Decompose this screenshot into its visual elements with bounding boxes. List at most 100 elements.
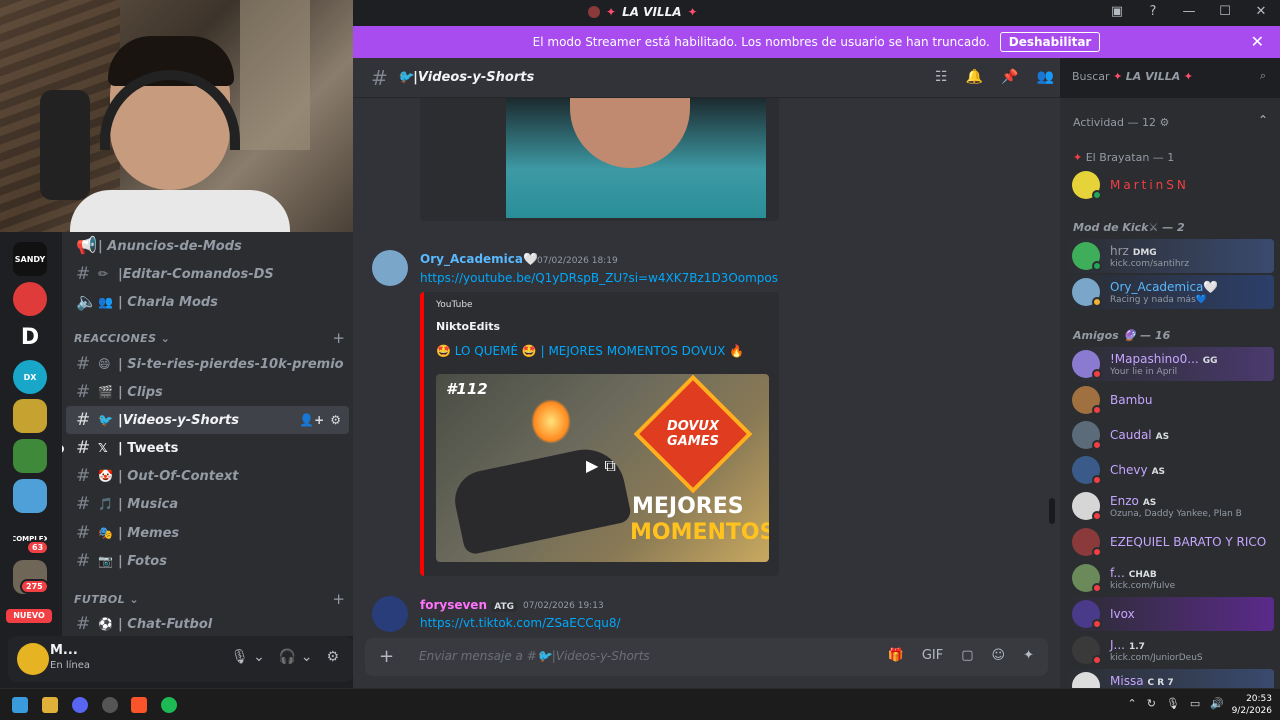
member-item[interactable]: Ivox — [1066, 597, 1274, 631]
server-icon[interactable] — [13, 439, 47, 473]
explorer-icon[interactable] — [42, 697, 58, 713]
hash-icon: # — [76, 614, 91, 634]
star-icon: ✦ — [687, 5, 698, 19]
pin-icon[interactable]: 📌 — [1001, 69, 1018, 85]
channel-item[interactable]: # 🎬 | Clips — [66, 378, 349, 406]
channel-item[interactable]: # 🤡 | Out-Of-Context — [66, 462, 349, 490]
microphone-icon[interactable]: 🎙 ⌄ — [231, 649, 265, 665]
play-icon[interactable]: ▶ — [586, 456, 598, 482]
category-reacciones[interactable]: REACCIONES ⌄ — [74, 332, 170, 345]
server-icon[interactable]: D — [13, 320, 47, 354]
channel-item[interactable]: # 📷 | Fotos — [66, 547, 349, 575]
minimize-button[interactable]: — — [1180, 4, 1198, 19]
composer-placeholder[interactable]: Enviar mensaje a #🐦|Videos-y-Shorts — [419, 649, 650, 663]
brave-icon[interactable] — [131, 697, 147, 713]
category-futbol[interactable]: FUTBOL ⌄ — [74, 593, 139, 606]
channel-item[interactable]: # 😄 | Si-te-ries-pierdes-10k-premio — [66, 350, 349, 378]
channel-item[interactable]: 📢 | Anuncios-de-Mods — [66, 232, 349, 260]
mic-icon[interactable]: 🎙 — [1166, 697, 1180, 710]
message-author[interactable]: Ory_Academica🤍 — [420, 252, 538, 266]
hash-icon: # — [76, 382, 91, 402]
discord-icon[interactable] — [72, 697, 88, 713]
member-item[interactable]: MartinSN — [1066, 168, 1274, 202]
hash-icon: # — [76, 438, 91, 458]
channel-item[interactable]: # 🎭 | Memes — [66, 519, 349, 547]
close-banner-icon[interactable]: ✕ — [1251, 32, 1264, 51]
inbox-icon[interactable]: ▣ — [1108, 4, 1126, 19]
disable-streamer-button[interactable]: Deshabilitar — [999, 32, 1101, 52]
gear-icon[interactable]: ⚙ — [326, 649, 339, 665]
clock[interactable]: 20:53 9/2/2026 — [1232, 693, 1272, 717]
gear-icon[interactable]: ⚙ — [330, 413, 341, 427]
sticker-icon[interactable]: ▢ — [961, 648, 973, 663]
member-item[interactable]: J... 1.7 kick.com/JuniorDeuS — [1066, 633, 1274, 667]
voice-channel-item[interactable]: 🔈 👥 | Charla Mods — [66, 288, 349, 316]
gif-icon[interactable]: GIF — [922, 648, 943, 663]
member-item[interactable]: EZEQUIEL BARATO Y RICO — [1066, 525, 1274, 559]
youtube-embed: YouTube NiktoEdits 🤩 LO QUEMÉ 🤩 | MEJORE… — [420, 292, 779, 576]
member-item[interactable]: !Mapashino0... GG Your lie in April — [1066, 347, 1274, 381]
hash-icon: # — [76, 410, 91, 430]
activity-header[interactable]: Actividad — 12 ⚙ — [1073, 116, 1169, 129]
message-timestamp: 07/02/2026 18:19 — [537, 256, 618, 266]
spotify-icon[interactable] — [161, 697, 177, 713]
add-attachment-icon[interactable]: + — [379, 646, 394, 667]
invite-icon[interactable]: 👤+ — [299, 413, 324, 427]
close-window-button[interactable]: ✕ — [1252, 4, 1270, 19]
server-icon[interactable]: DX — [13, 360, 47, 394]
apps-icon[interactable]: ✦ — [1023, 648, 1034, 663]
collapse-icon[interactable]: ⌃ — [1258, 113, 1268, 127]
gift-icon[interactable]: 🎁 — [888, 648, 904, 663]
server-icon[interactable] — [13, 282, 47, 316]
channel-item[interactable]: # 🎵 | Musica — [66, 490, 349, 518]
server-icon[interactable] — [13, 399, 47, 433]
embed-title[interactable]: 🤩 LO QUEMÉ 🤩 | MEJORES MOMENTOS DOVUX 🔥 — [436, 344, 744, 358]
members-icon[interactable]: 👥 — [1036, 69, 1053, 85]
search-box[interactable]: Buscar ✦ LA VILLA ✦ ⌕ — [1064, 66, 1274, 88]
unread-indicator — [62, 445, 64, 453]
add-channel-icon[interactable]: + — [332, 329, 345, 347]
avatar[interactable] — [372, 250, 408, 286]
channel-item[interactable]: # ⚽ | Chat-Futbol — [66, 610, 349, 636]
headphones-icon[interactable]: 🎧 ⌄ — [279, 649, 313, 665]
server-icon[interactable]: SANDY — [13, 242, 47, 276]
server-icon[interactable] — [13, 479, 47, 513]
previous-embed[interactable] — [420, 98, 779, 221]
embed-author[interactable]: NiktoEdits — [436, 320, 500, 333]
role-header: ✦ El Brayatan — 1 — [1073, 151, 1175, 164]
mention-badge: 63 — [26, 540, 50, 555]
scrollbar[interactable] — [1049, 498, 1055, 524]
message-author[interactable]: foryseven ATG — [420, 598, 517, 612]
message-composer[interactable]: + Enviar mensaje a #🐦|Videos-y-Shorts 🎁 … — [365, 638, 1048, 676]
app-icon[interactable] — [102, 697, 118, 713]
threads-icon[interactable]: ☷ — [935, 69, 948, 85]
windows-icon[interactable] — [12, 697, 28, 713]
volume-icon[interactable]: 🔊 — [1210, 697, 1224, 710]
member-item[interactable]: Ory_Academica🤍 Racing y nada más💙 — [1066, 275, 1274, 309]
video-thumbnail[interactable]: #112 DOVUX GAMES MEJORES MOMENTOS ▶ ⧉ — [436, 374, 769, 562]
channel-item[interactable]: # 𝕏 | Tweets — [66, 434, 349, 462]
member-item[interactable]: Bambu — [1066, 383, 1274, 417]
channel-item[interactable]: # ✏ |Editar-Comandos-DS — [66, 260, 349, 288]
add-channel-icon[interactable]: + — [332, 590, 345, 608]
member-item[interactable]: f... CHAB kick.com/fulve — [1066, 561, 1274, 595]
member-item[interactable]: Caudal AS — [1066, 418, 1274, 452]
member-item[interactable]: Missa C R 7 — [1066, 669, 1274, 688]
message-link[interactable]: https://youtube.be/Q1yDRspB_ZU?si=w4XK7B… — [420, 271, 778, 285]
display-icon[interactable]: ▭ — [1190, 697, 1200, 710]
member-item[interactable]: Enzo AS Ozuna, Daddy Yankee, Plan B — [1066, 489, 1274, 523]
message-link[interactable]: https://vt.tiktok.com/ZSaECCqu8/ — [420, 616, 621, 630]
avatar[interactable] — [372, 596, 408, 632]
external-link-icon[interactable]: ⧉ — [604, 456, 615, 482]
emoji-icon[interactable]: ☺ — [992, 648, 1006, 663]
maximize-button[interactable]: ☐ — [1216, 4, 1234, 19]
bell-icon[interactable]: 🔔 — [966, 69, 983, 85]
channel-item-active[interactable]: # 🐦 |Videos-y-Shorts 👤+ ⚙ — [66, 406, 349, 434]
update-icon[interactable]: ↻ — [1147, 697, 1156, 710]
help-icon[interactable]: ? — [1144, 4, 1162, 19]
chevron-up-icon[interactable]: ⌃ — [1127, 697, 1136, 710]
member-item[interactable]: hrz DMG kick.com/santihrz — [1066, 239, 1274, 273]
avatar[interactable] — [17, 643, 49, 675]
username: M... — [50, 643, 78, 658]
member-item[interactable]: Chevy AS — [1066, 453, 1274, 487]
